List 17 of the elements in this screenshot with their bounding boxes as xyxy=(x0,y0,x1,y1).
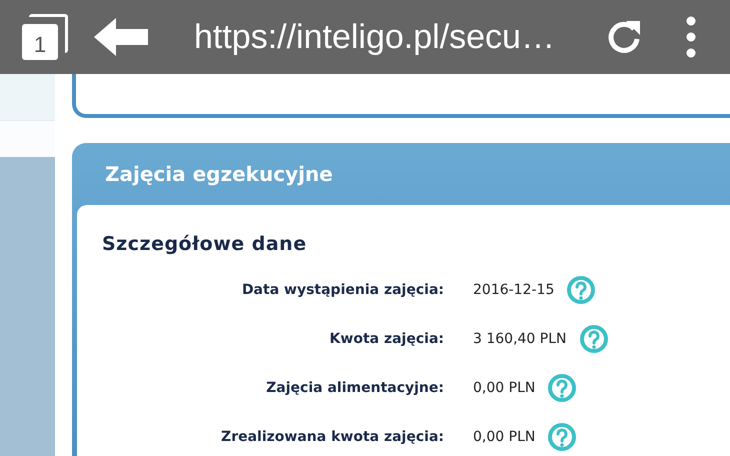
help-button[interactable] xyxy=(566,274,596,304)
url-text[interactable]: https://inteligo.pl/secu… xyxy=(194,18,554,56)
field-label: Zrealizowana kwota zajęcia: xyxy=(220,428,444,444)
field-label: Data wystąpienia zajęcia: xyxy=(240,282,444,298)
field-value: 3 160,40 PLN xyxy=(473,330,567,346)
field-label: Kwota zajęcia: xyxy=(328,330,444,346)
help-button[interactable] xyxy=(547,422,578,452)
help-button[interactable] xyxy=(547,372,578,402)
field-value: 0,00 PLN xyxy=(473,380,536,396)
help-button[interactable] xyxy=(578,324,609,354)
menu-button[interactable] xyxy=(686,16,696,58)
subsection-title: Szczegółowe dane xyxy=(102,233,308,255)
back-button[interactable] xyxy=(94,18,148,56)
field-label: Zajęcia alimentacyjne: xyxy=(265,380,444,396)
section-title: Zajęcia egzekucyjne xyxy=(104,161,334,188)
field-value: 0,00 PLN xyxy=(473,428,536,444)
field-value: 2016-12-15 xyxy=(473,282,554,298)
